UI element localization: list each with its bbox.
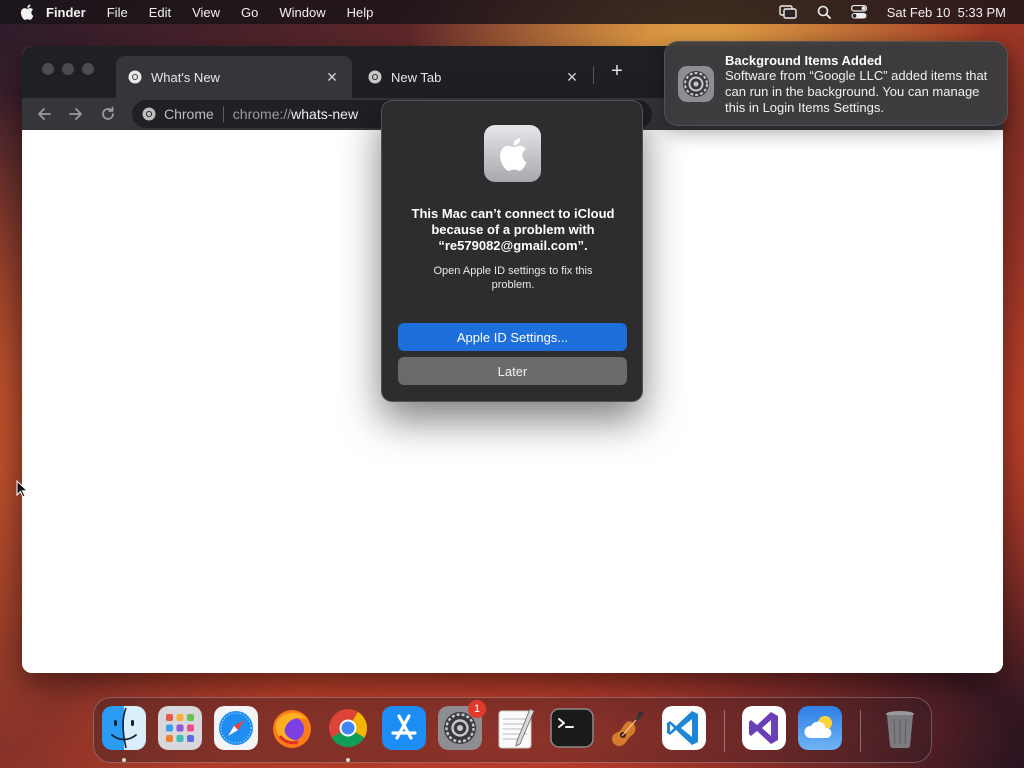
dialog-message: Open Apple ID settings to fix this probl… — [433, 265, 593, 291]
apple-logo-icon — [484, 125, 541, 182]
dock-weather-icon[interactable] — [798, 706, 842, 750]
system-settings-icon — [678, 66, 714, 102]
dock-app-store-icon[interactable] — [382, 706, 426, 750]
notification-text: Background Items Added Software from “Go… — [725, 52, 993, 115]
tab-label: What's New — [151, 69, 220, 85]
dock-trash-icon[interactable] — [878, 706, 922, 750]
running-indicator — [122, 758, 126, 762]
icloud-alert-dialog: This Mac can’t connect to iCloud because… — [381, 100, 643, 402]
later-button[interactable]: Later — [398, 357, 627, 385]
apple-glyph-icon — [499, 137, 526, 171]
dock-separator — [860, 710, 861, 752]
notification-badge: 1 — [468, 700, 486, 718]
dialog-title: This Mac can’t connect to iCloud because… — [411, 206, 615, 253]
zoom-window-button[interactable] — [82, 63, 94, 75]
close-window-button[interactable] — [42, 63, 54, 75]
menu-view[interactable]: View — [192, 5, 220, 20]
site-name-chip: Chrome — [164, 106, 214, 122]
menu-bar-clock[interactable]: Sat Feb 10 5:33 PM — [887, 5, 1006, 20]
dock-firefox-icon[interactable] — [270, 706, 314, 750]
reload-icon[interactable] — [99, 105, 117, 123]
tab-divider — [593, 66, 594, 84]
url-host: whats-new — [291, 106, 359, 122]
dock-terminal-icon[interactable] — [550, 706, 594, 750]
control-center-icon[interactable] — [850, 5, 867, 19]
dock-vscode-icon[interactable] — [662, 706, 706, 750]
dock-chrome-icon[interactable] — [326, 706, 370, 750]
screen-mirroring-icon[interactable] — [779, 5, 797, 19]
menu-window[interactable]: Window — [279, 5, 325, 20]
menu-help[interactable]: Help — [347, 5, 374, 20]
dock-visual-studio-icon[interactable] — [742, 706, 786, 750]
spotlight-search-icon[interactable] — [817, 5, 831, 19]
menu-go[interactable]: Go — [241, 5, 258, 20]
menu-edit[interactable]: Edit — [149, 5, 171, 20]
dock-safari-icon[interactable] — [214, 706, 258, 750]
notification-title: Background Items Added — [725, 53, 882, 68]
omnibox-divider — [222, 106, 224, 122]
notification-body: Software from “Google LLC” added items t… — [725, 68, 988, 115]
chrome-logo-icon — [142, 107, 156, 121]
dock-launchpad-icon[interactable] — [158, 706, 202, 750]
menu-bar: Finder File Edit View Go Window Help Sat… — [0, 0, 1024, 24]
dock-finder-icon[interactable] — [102, 706, 146, 750]
menu-file[interactable]: File — [107, 5, 128, 20]
dock: 1 — [93, 697, 932, 763]
apple-menu-icon[interactable] — [20, 4, 34, 20]
chrome-logo-icon — [128, 70, 142, 84]
tab-whats-new[interactable]: What's New ✕ — [116, 56, 352, 98]
back-arrow-icon[interactable] — [35, 105, 53, 123]
dock-separator — [724, 710, 725, 752]
tab-label: New Tab — [391, 69, 442, 85]
dock-textedit-icon[interactable] — [494, 706, 538, 750]
dock-garageband-icon[interactable] — [606, 706, 650, 750]
url-scheme: chrome:// — [232, 106, 292, 122]
minimize-window-button[interactable] — [62, 63, 74, 75]
chrome-logo-icon — [368, 70, 382, 84]
background-items-notification[interactable]: Background Items Added Software from “Go… — [664, 41, 1008, 126]
menu-app-name[interactable]: Finder — [46, 5, 86, 20]
new-tab-plus-icon[interactable]: + — [606, 60, 628, 83]
tab-close-icon[interactable]: ✕ — [324, 69, 340, 86]
forward-arrow-icon[interactable] — [67, 105, 85, 123]
window-controls — [42, 63, 94, 75]
running-indicator — [346, 758, 350, 762]
tab-close-icon[interactable]: ✕ — [564, 69, 580, 86]
apple-id-settings-button[interactable]: Apple ID Settings... — [398, 323, 627, 351]
mouse-cursor-icon — [16, 480, 28, 498]
tab-new-tab[interactable]: New Tab ✕ — [356, 56, 592, 98]
